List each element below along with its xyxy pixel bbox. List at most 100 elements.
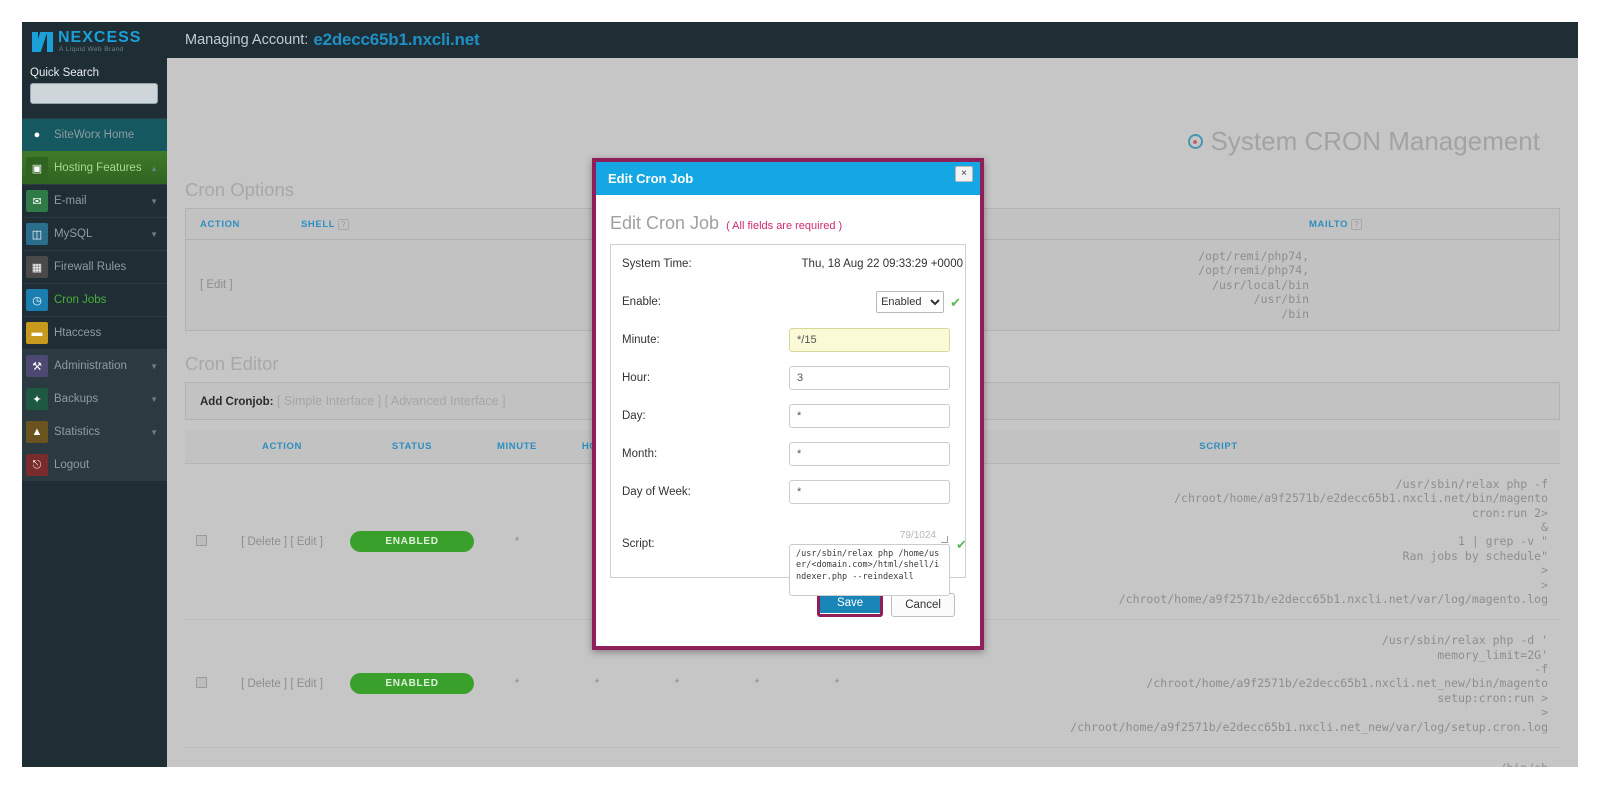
edit-link[interactable]: [ Edit ] [290,678,323,690]
enable-label: Enable: [622,296,662,308]
status-badge: ENABLED [350,673,474,695]
sidebar-item-label: Firewall Rules [54,261,127,273]
cell-action: [ Delete ] [ Edit ] [217,619,347,748]
day-input[interactable] [789,404,950,428]
resize-handle-icon[interactable] [941,536,948,543]
sidebar-item-cron-jobs[interactable]: ◷ Cron Jobs [22,283,167,316]
col-mailto: MAILTO? [1309,209,1559,240]
cell-checkbox[interactable] [185,619,217,748]
col-select-all [185,429,217,464]
cron-form: System Time: Thu, 18 Aug 22 09:33:29 +00… [610,244,967,596]
field-minute: Minute: [611,321,965,359]
day-of-week-input[interactable] [789,480,950,504]
database-icon: ◫ [26,223,48,245]
shell-help-icon[interactable]: ? [338,219,350,230]
page-title: System CRON Management [167,58,1578,157]
delete-link[interactable]: [ Delete ] [241,536,287,548]
advanced-interface-link[interactable]: [ Advanced Interface ] [385,394,506,408]
table-row: [ Delete ] [ Edit ] ENABLED */5 * * * * … [185,747,1560,767]
field-system-time: System Time: Thu, 18 Aug 22 09:33:29 +00… [611,245,965,283]
minute-input[interactable] [789,328,950,352]
sidebar-item-statistics[interactable]: ▲ Statistics ▼ [22,415,167,448]
script-textarea[interactable]: /usr/sbin/relax php /home/user/<domain.c… [789,544,950,596]
topbar: Managing Account: e2decc65b1.nxcli.net [167,22,1578,58]
enable-select[interactable]: Enabled [876,291,945,313]
col-minute: MINUTE [477,429,557,464]
row-checkbox[interactable] [195,676,207,688]
field-enable: Enable: Enabled ✔ [611,283,965,321]
siteworx-app: NEXCESS A Liquid Web Brand Quick Search … [22,22,1578,767]
sidebar-item-logout[interactable]: ⎋ Logout [22,448,167,481]
brand-tagline: A Liquid Web Brand [59,46,124,54]
sidebar-item-label: Hosting Features [54,162,142,174]
logout-icon: ⎋ [26,454,48,476]
modal-window-title: Edit Cron Job [608,171,694,186]
cell-shell [301,239,621,330]
edit-cron-job-modal: Edit Cron Job × Edit Cron Job ( All fiel… [592,158,984,650]
system-time-value: Thu, 18 Aug 22 09:33:29 +0000 [801,258,963,270]
edit-link[interactable]: [ Edit ] [290,536,323,548]
nexcess-logo[interactable]: NEXCESS A Liquid Web Brand [22,22,167,58]
sidebar-item-label: MySQL [54,228,93,240]
sidebar-item-label: SiteWorx Home [54,129,135,141]
month-input[interactable] [789,442,950,466]
modal-title-bar: Edit Cron Job × [596,162,980,195]
brand-name: NEXCESS [58,29,142,47]
sidebar-item-htaccess[interactable]: ▬ Htaccess [22,316,167,349]
sidebar-item-backups[interactable]: ✦ Backups ▼ [22,382,167,415]
sidebar-item-email[interactable]: ✉ E-mail ▼ [22,184,167,217]
script-char-counter: 79/1024 [899,530,936,541]
simple-interface-link[interactable]: [ Simple Interface ] [277,394,381,408]
edit-link[interactable]: [ Edit ] [200,279,233,291]
field-day: Day: [611,397,965,435]
cell-checkbox[interactable] [185,747,217,767]
sidebar-item-hosting-features[interactable]: ▣ Hosting Features ▲ [22,151,167,184]
tools-icon: ⚒ [26,355,48,377]
delete-link[interactable]: [ Delete ] [241,678,287,690]
required-note: ( All fields are required ) [726,220,843,232]
cell-script: /bin/sh /chroot/home/a9f2571b/cab043e257… [877,747,1560,767]
chevron-down-icon: ▼ [150,394,158,404]
col-action: ACTION [186,209,301,240]
sidebar-item-firewall-rules[interactable]: ▦ Firewall Rules [22,250,167,283]
modal-body: Edit Cron Job ( All fields are required … [596,195,980,629]
quick-search-label: Quick Search [30,67,100,79]
valid-check-icon: ✔ [950,294,961,310]
hour-label: Hour: [622,372,651,384]
cell-hour: * [557,747,637,767]
row-checkbox[interactable] [195,534,207,546]
col-action: ACTION [217,429,347,464]
cell-action: [ Delete ] [ Edit ] [217,747,347,767]
sidebar-item-label: Statistics [54,426,101,438]
quick-search-input[interactable] [30,83,158,104]
field-script: Script: /usr/sbin/relax php /home/user/<… [611,511,967,596]
hour-input[interactable] [789,366,950,390]
nexcess-logo-icon [32,32,54,52]
sidebar: NEXCESS A Liquid Web Brand Quick Search … [22,22,167,767]
target-icon [1187,134,1203,149]
col-shell: SHELL? [301,209,621,240]
cell-status: ENABLED [347,463,477,621]
save-button[interactable]: Save [819,593,881,613]
field-hour: Hour: [611,359,965,397]
close-icon[interactable]: × [955,166,973,182]
shield-icon: ▦ [26,256,48,278]
cell-day: * [637,747,717,767]
sidebar-item-mysql[interactable]: ◫ MySQL ▼ [22,217,167,250]
cell-checkbox[interactable] [185,463,217,621]
clock-icon: ◷ [26,289,48,311]
col-status: STATUS [347,429,477,464]
sidebar-nav: ● SiteWorx Home ▣ Hosting Features ▲ ✉ E… [22,118,167,481]
system-time-label: System Time: [622,258,692,270]
mailto-help-icon[interactable]: ? [1351,219,1363,230]
cell-minute: * [477,463,557,621]
page-title-text: System CRON Management [1210,126,1540,156]
sidebar-item-administration[interactable]: ⚒ Administration ▼ [22,349,167,382]
chevron-up-icon: ▲ [150,163,158,173]
script-label: Script: [622,538,655,550]
sidebar-item-siteworx-home[interactable]: ● SiteWorx Home [22,118,167,151]
cancel-button[interactable]: Cancel [891,593,955,617]
modal-heading-text: Edit Cron Job [610,213,720,233]
managing-account-label: Managing Account: [185,32,309,48]
managing-account-value[interactable]: e2decc65b1.nxcli.net [313,30,479,50]
